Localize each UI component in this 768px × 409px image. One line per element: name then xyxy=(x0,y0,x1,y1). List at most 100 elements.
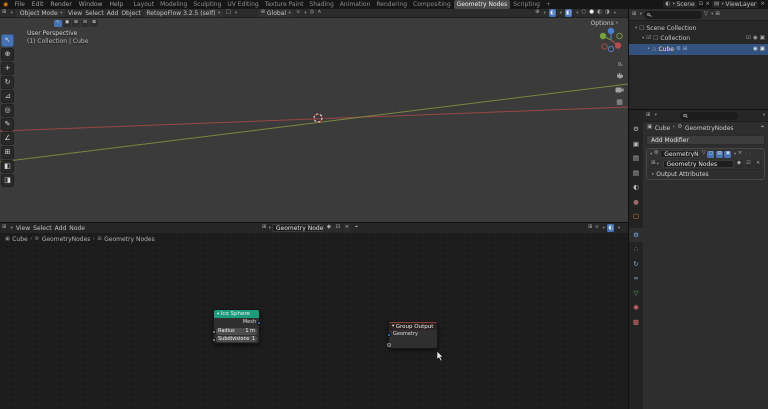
tab-object-data[interactable]: ▽ xyxy=(629,286,643,301)
tab-scripting[interactable]: Scripting xyxy=(510,0,543,9)
ne-menu-view[interactable]: View xyxy=(16,225,30,232)
modifier-wrench-icon[interactable]: ⚙ xyxy=(676,47,681,53)
render-camera-icon[interactable]: ▣ xyxy=(760,47,765,53)
snap-magnet-icon[interactable]: ∪ xyxy=(296,10,300,16)
nodetree-icon[interactable]: ⊞ xyxy=(262,225,267,231)
tool-cursor[interactable]: ⊕ xyxy=(1,48,14,61)
input-radius[interactable]: Radius 1 m xyxy=(216,328,257,335)
node-group-name-field[interactable]: Geometry Nodes xyxy=(663,160,734,168)
tab-world[interactable]: ● xyxy=(629,195,643,210)
shading-material[interactable]: ◐ xyxy=(597,10,602,16)
tab-animation[interactable]: Animation xyxy=(337,0,374,9)
tool-measure[interactable]: ∠ xyxy=(1,132,14,145)
tab-render[interactable]: ▣ xyxy=(629,137,643,152)
filter-icon[interactable]: ▽ xyxy=(704,12,708,18)
view-layer-selector[interactable]: ▤ ▾ ViewLayer xyxy=(712,1,758,8)
ne-overlays-toggle[interactable]: ◐ xyxy=(608,226,613,232)
ne-snap-icon[interactable]: ∪ xyxy=(595,225,599,231)
tab-texture[interactable]: ▩ xyxy=(629,315,643,330)
add-modifier-button[interactable]: Add Modifier xyxy=(646,135,765,145)
filter-icon[interactable]: ▽ xyxy=(702,151,706,157)
tab-tool[interactable]: ⚙ xyxy=(629,122,643,137)
new-copy-button[interactable]: ⊡ xyxy=(745,160,753,168)
tab-physics[interactable]: ↻ xyxy=(629,257,643,272)
snap-angle-icon[interactable]: ∧ xyxy=(317,10,321,16)
unlink-button[interactable]: × xyxy=(754,160,762,168)
unlink-button[interactable]: × xyxy=(343,224,351,232)
viewport-3d[interactable]: ↖ ▣ ⊞ ⊟ ⊠ Options ▾ User Perspective (1)… xyxy=(0,18,628,222)
tab-modifiers[interactable]: ⚙ xyxy=(629,228,643,243)
tab-scene[interactable]: ◐ xyxy=(629,180,643,195)
tool-move[interactable]: + xyxy=(1,62,14,75)
socket-radius-input[interactable] xyxy=(212,330,216,334)
fake-user-button[interactable]: ◆ xyxy=(325,224,333,232)
shading-rendered[interactable]: ◑ xyxy=(605,10,610,16)
modifier-close-icon[interactable]: × xyxy=(738,151,743,157)
pin-icon[interactable]: ⌖ xyxy=(761,125,764,131)
tab-object[interactable]: ▢ xyxy=(629,209,643,224)
socket-subdivisions-input[interactable] xyxy=(212,338,216,342)
menu-render[interactable]: Render xyxy=(47,1,75,8)
socket-virtual-input[interactable] xyxy=(387,343,391,347)
outliner-row-scene-collection[interactable]: ▾ □ Scene Collection xyxy=(629,23,768,34)
ne-menu-add[interactable]: Add xyxy=(55,225,67,232)
editor-type-button[interactable]: ⊞ xyxy=(2,10,7,16)
node-tree-name-field[interactable]: Geometry Nodes xyxy=(272,224,324,232)
tool-annotate[interactable]: ✎ xyxy=(1,118,14,131)
menu-window[interactable]: Window xyxy=(75,1,106,8)
tab-particles[interactable]: ∴ xyxy=(629,242,643,257)
expand-icon[interactable]: ▾ xyxy=(642,36,644,41)
active-tool-select-box[interactable]: ↖ xyxy=(54,20,62,27)
modifier-name-field[interactable]: GeometryNo... xyxy=(660,150,700,158)
select-mode-extend[interactable]: ⊞ xyxy=(72,20,80,27)
ne-menu-node[interactable]: Node xyxy=(69,225,85,232)
tab-uv-editing[interactable]: UV Editing xyxy=(224,0,261,9)
outliner-search-input[interactable] xyxy=(644,11,702,19)
extra-dropdown[interactable]: □ xyxy=(226,10,231,16)
render-camera-icon[interactable]: ▣ xyxy=(760,36,765,42)
tool-scale[interactable]: ⊿ xyxy=(1,90,14,103)
tool-transform[interactable]: ◎ xyxy=(1,104,14,117)
tab-view-layer[interactable]: ▤ xyxy=(629,166,643,181)
zoom-icon[interactable] xyxy=(618,62,622,66)
nodetree-icon[interactable]: ⊞ xyxy=(683,47,688,53)
collapse-chevron-icon[interactable]: ▾ xyxy=(217,312,219,317)
proportional-edit-icon[interactable]: ◎ xyxy=(310,10,315,16)
outliner-options-icon[interactable]: ⊞ xyxy=(715,12,720,18)
tab-compositing[interactable]: Compositing xyxy=(410,0,454,9)
node-header[interactable]: ▾ Group Output xyxy=(389,322,437,330)
tab-shading[interactable]: Shading xyxy=(306,0,336,9)
overlays-toggle[interactable]: ◐ xyxy=(550,11,555,17)
ne-menu-select[interactable]: Select xyxy=(33,225,52,232)
editor-type-button[interactable]: ⊞ xyxy=(2,225,7,231)
tool-rotate[interactable]: ↻ xyxy=(1,76,14,89)
tool-select-box[interactable]: ↖ xyxy=(1,34,14,47)
collection-checkbox[interactable]: ☑ xyxy=(646,36,651,42)
select-mode-intersect[interactable]: ⊠ xyxy=(90,20,98,27)
menu-help[interactable]: Help xyxy=(106,1,127,8)
tool-extra-1[interactable]: ◧ xyxy=(1,160,14,173)
fake-user-button[interactable]: ◆ xyxy=(735,160,743,168)
pin-icon[interactable]: ⌖ xyxy=(355,225,358,231)
properties-options[interactable]: ▾ xyxy=(763,113,765,118)
select-mode-set[interactable]: ▣ xyxy=(63,20,71,27)
tab-material[interactable]: ◉ xyxy=(629,300,643,315)
new-copy-button[interactable]: ⊡ xyxy=(334,224,342,232)
node-canvas[interactable]: ▣ Cube › ⚙ GeometryNodes › ⊞ Geometry No… xyxy=(0,233,628,409)
editor-type-button[interactable]: ⊞ xyxy=(646,113,651,119)
node-header[interactable]: ▾ Ico Sphere xyxy=(214,310,259,318)
xray-toggle[interactable]: ◧ xyxy=(566,11,571,17)
input-subdivisions[interactable]: Subdivisions 1 xyxy=(216,336,257,343)
collapse-chevron-icon[interactable]: ▾ xyxy=(650,152,652,157)
editmode-display-toggle[interactable]: ▢ xyxy=(707,151,714,158)
node-ico-sphere[interactable]: ▾ Ico Sphere Mesh Radius 1 m Subdivision… xyxy=(213,309,260,344)
vp-menu-select[interactable]: Select xyxy=(85,10,104,17)
expand-icon[interactable]: ▾ xyxy=(635,26,637,31)
collapse-chevron-icon[interactable]: ▾ xyxy=(392,324,394,329)
modifier-extras-dropdown[interactable]: ▾ xyxy=(734,152,736,157)
scene-selector[interactable]: ◐ ▾ Scene xyxy=(663,1,696,8)
ortho-grid-icon[interactable]: ▦ xyxy=(616,99,623,106)
tab-output[interactable]: ▤ xyxy=(629,151,643,166)
tab-constraints[interactable]: ∞ xyxy=(629,271,643,286)
pan-hand-icon[interactable] xyxy=(616,72,624,80)
